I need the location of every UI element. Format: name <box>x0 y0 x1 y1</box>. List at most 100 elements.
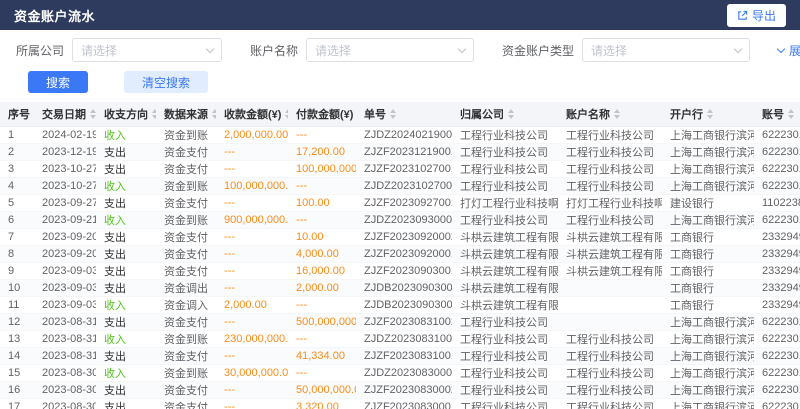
cell-order: ZJDB20230903002 <box>356 279 452 296</box>
cell-no: 12 <box>0 313 34 330</box>
cell-receive: --- <box>216 398 288 409</box>
chevron-down-icon <box>458 44 466 52</box>
cell-account_no: 622230111 <box>754 381 800 398</box>
column-header[interactable]: 交易日期 <box>34 102 96 126</box>
cell-source: 资金支付 <box>156 245 216 262</box>
expand-filter-label: 展开筛选 <box>789 42 800 59</box>
column-header[interactable]: 开户行 <box>662 102 754 126</box>
table-row: 52023-09-27支出资金支付---100.00ZJZF2023092700… <box>0 194 800 211</box>
sort-icon[interactable] <box>285 109 288 119</box>
chevron-down-icon <box>206 44 214 52</box>
cell-pay: --- <box>288 296 356 313</box>
cell-direction: 支出 <box>96 313 156 330</box>
cell-source: 资金到账 <box>156 364 216 381</box>
cell-receive: 2,000,000.00 <box>216 126 288 143</box>
cell-receive: 900,000,000.00 <box>216 211 288 228</box>
cell-account_no: 622230111 <box>754 398 800 409</box>
cell-account: 斗栱云建筑工程有限公司 <box>558 245 662 262</box>
export-button[interactable]: 导出 <box>727 4 786 27</box>
filter-section: 所属公司 请选择 账户名称 请选择 资金账户类型 请选择 <box>0 30 800 93</box>
cell-company: 斗栱云建筑工程有限公司 <box>452 296 558 313</box>
cell-receive: --- <box>216 347 288 364</box>
cell-bank: 工商银行 <box>662 228 754 245</box>
cell-no: 16 <box>0 381 34 398</box>
table-row: 162023-08-30支出资金支付---50,000,000.00ZJZF20… <box>0 381 800 398</box>
sort-icon[interactable] <box>390 109 396 119</box>
sort-icon[interactable] <box>614 109 620 119</box>
cell-bank: 上海工商银行滨河支行 <box>662 330 754 347</box>
column-header[interactable]: 收款金额(¥) <box>216 102 288 126</box>
cell-company: 工程行业科技公司 <box>452 364 558 381</box>
cell-bank: 上海工商银行滨河支行 <box>662 313 754 330</box>
cell-date: 2023-08-30 <box>34 364 96 381</box>
cell-no: 17 <box>0 398 34 409</box>
account-type-select-placeholder: 请选择 <box>591 42 627 59</box>
sort-icon[interactable] <box>212 109 216 119</box>
cell-no: 6 <box>0 211 34 228</box>
cell-company: 工程行业科技公司 <box>452 143 558 160</box>
cell-pay: --- <box>288 364 356 381</box>
cell-no: 3 <box>0 160 34 177</box>
cell-receive: --- <box>216 381 288 398</box>
table-row: 132023-08-31收入资金到账230,000,000.00---ZJDZ2… <box>0 330 800 347</box>
cell-source: 资金调入 <box>156 296 216 313</box>
cell-company: 工程行业科技公司 <box>452 381 558 398</box>
column-header[interactable]: 账户名称 <box>558 102 662 126</box>
cell-account: 工程行业科技公司 <box>558 160 662 177</box>
column-header[interactable]: 数据来源 <box>156 102 216 126</box>
sort-icon[interactable] <box>788 109 794 119</box>
cell-no: 7 <box>0 228 34 245</box>
expand-filter-link[interactable]: 展开筛选 <box>778 42 800 59</box>
cell-source: 资金支付 <box>156 262 216 279</box>
filter-row: 所属公司 请选择 账户名称 请选择 资金账户类型 请选择 <box>16 38 784 62</box>
clear-search-button[interactable]: 清空搜索 <box>124 71 208 93</box>
cell-pay: 10.00 <box>288 228 356 245</box>
cell-company: 工程行业科技公司 <box>452 330 558 347</box>
cell-source: 资金到账 <box>156 126 216 143</box>
column-header[interactable]: 付款金额(¥) <box>288 102 356 126</box>
cell-order: ZJDZ20230831001 <box>356 330 452 347</box>
cell-pay: 16,000.00 <box>288 262 356 279</box>
column-header[interactable]: 单号 <box>356 102 452 126</box>
table-row: 112023-09-03收入资金调入2,000.00---ZJDB2023090… <box>0 296 800 313</box>
cell-order: ZJDZ20231027001 <box>356 177 452 194</box>
cell-receive: --- <box>216 262 288 279</box>
cell-company: 工程行业科技公司 <box>452 398 558 409</box>
cell-bank: 上海工商银行滨河支行 <box>662 126 754 143</box>
cell-account_no: 233294991 <box>754 262 800 279</box>
search-button[interactable]: 搜索 <box>28 71 88 93</box>
column-header[interactable]: 归属公司 <box>452 102 558 126</box>
cell-order: ZJZF20230920002 <box>356 228 452 245</box>
cell-company: 工程行业科技公司 <box>452 211 558 228</box>
cell-order: ZJZF20230830001 <box>356 398 452 409</box>
column-header[interactable]: 账号 <box>754 102 800 126</box>
cell-no: 9 <box>0 262 34 279</box>
cell-date: 2023-09-20 <box>34 228 96 245</box>
column-header[interactable]: 收支方向 <box>96 102 156 126</box>
cell-account_no: 622230111 <box>754 347 800 364</box>
cell-account_no: 233294991 <box>754 245 800 262</box>
sort-icon[interactable] <box>152 109 156 119</box>
cell-direction: 收入 <box>96 296 156 313</box>
sort-icon[interactable] <box>90 109 96 119</box>
cell-order: ZJDZ20240219001 <box>356 126 452 143</box>
cell-pay: 41,334.00 <box>288 347 356 364</box>
cell-account: 工程行业科技公司 <box>558 398 662 409</box>
company-select[interactable]: 请选择 <box>72 38 222 62</box>
cell-date: 2023-09-27 <box>34 194 96 211</box>
cell-pay: --- <box>288 177 356 194</box>
table-body: 12024-02-19收入资金到账2,000,000.00---ZJDZ2024… <box>0 126 800 409</box>
sort-icon[interactable] <box>508 109 514 119</box>
sort-icon[interactable] <box>707 109 713 119</box>
cell-no: 14 <box>0 347 34 364</box>
cell-receive: 30,000,000.00 <box>216 364 288 381</box>
cell-receive: --- <box>216 228 288 245</box>
cell-company: 工程行业科技公司 <box>452 160 558 177</box>
cell-bank: 工商银行 <box>662 245 754 262</box>
account-name-select[interactable]: 请选择 <box>306 38 474 62</box>
cell-source: 资金支付 <box>156 160 216 177</box>
cell-bank: 上海工商银行滨河支行 <box>662 143 754 160</box>
cell-source: 资金支付 <box>156 347 216 364</box>
account-type-select[interactable]: 请选择 <box>582 38 750 62</box>
cell-account_no: 110223823 <box>754 194 800 211</box>
